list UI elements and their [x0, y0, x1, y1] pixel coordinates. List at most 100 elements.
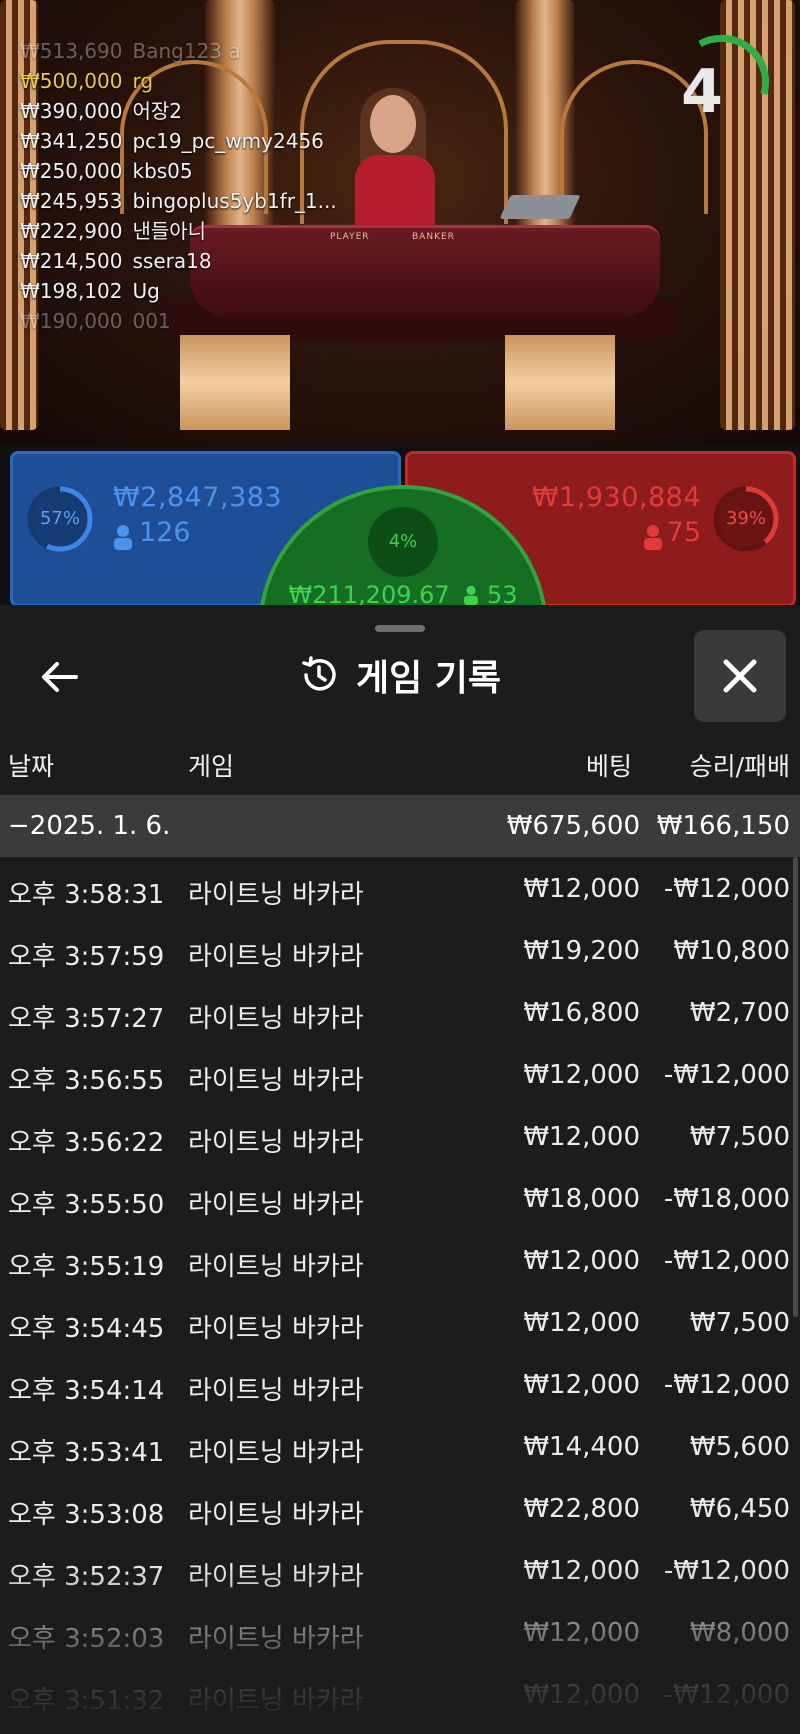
- history-row[interactable]: 오후 3:53:41 라이트닝 바카라 ₩14,400 ₩5,600: [0, 1415, 800, 1477]
- history-row[interactable]: 오후 3:54:45 라이트닝 바카라 ₩12,000 ₩7,500: [0, 1291, 800, 1353]
- win-loss-amount: -₩12,000: [663, 1680, 790, 1710]
- game-name: 라이트닝 바카라: [188, 1624, 364, 1654]
- leaderboard-row: ₩222,900 낸들아니: [20, 216, 337, 246]
- leaderboard-player-name: Bang123 a: [132, 39, 241, 63]
- history-row[interactable]: 오후 3:56:22 라이트닝 바카라 ₩12,000 ₩7,500: [0, 1105, 800, 1167]
- round-time: 오후 3:52:03: [8, 1624, 165, 1654]
- game-name: 라이트닝 바카라: [188, 942, 364, 972]
- leaderboard-amount: ₩390,000: [20, 99, 123, 123]
- leaderboard-player-name: bingoplus5yb1fr_1...: [132, 189, 337, 213]
- bet-amount: ₩12,000: [523, 1556, 640, 1586]
- round-time: 오후 3:57:59: [8, 942, 165, 972]
- leaderboard-amount: ₩245,953: [20, 189, 123, 213]
- win-loss-amount: -₩12,000: [663, 874, 790, 904]
- history-row[interactable]: 오후 3:54:14 라이트닝 바카라 ₩12,000 -₩12,000: [0, 1353, 800, 1415]
- dealer-face: [370, 95, 416, 153]
- bet-statistics: 57% ₩2,847,383 126 ₩1,930,884 75 39% 4% …: [0, 445, 800, 605]
- card-shoe: [499, 195, 581, 219]
- round-time: 오후 3:54:14: [8, 1376, 165, 1406]
- round-time: 오후 3:56:22: [8, 1128, 165, 1158]
- round-time: 오후 3:56:55: [8, 1066, 165, 1096]
- history-row[interactable]: 오후 3:53:08 라이트닝 바카라 ₩22,800 ₩6,450: [0, 1477, 800, 1539]
- leaderboard-player-name: kbs05: [132, 159, 193, 183]
- leaderboard-player-name: rg: [132, 69, 154, 93]
- winners-leaderboard: ₩513,690 Bang123 a ₩500,000 rg ₩390,000 어장2 ₩3…: [20, 36, 337, 336]
- bet-amount: ₩12,000: [523, 1680, 640, 1710]
- leaderboard-amount: ₩500,000: [20, 69, 123, 93]
- bet-amount: ₩19,200: [523, 936, 640, 966]
- round-time: 오후 3:57:27: [8, 1004, 165, 1034]
- bet-amount: ₩14,400: [523, 1432, 640, 1462]
- tie-bettor-count: 53: [486, 581, 518, 605]
- history-row[interactable]: 오후 3:57:59 라이트닝 바카라 ₩19,200 ₩10,800: [0, 919, 800, 981]
- leaderboard-player-name: ssera18: [132, 249, 212, 273]
- table-label-banker: BANKER: [412, 232, 455, 242]
- column-bet: 베팅: [585, 752, 632, 781]
- column-game: 게임: [188, 752, 235, 781]
- player-bettor-count: 126: [139, 517, 191, 548]
- table-header: 날짜 게임 베팅 승리/패배: [0, 737, 800, 787]
- bet-amount: ₩12,000: [523, 1060, 640, 1090]
- history-row[interactable]: 오후 3:58:31 라이트닝 바카라 ₩12,000 -₩12,000: [0, 857, 800, 919]
- history-row[interactable]: 오후 3:55:19 라이트닝 바카라 ₩12,000 -₩12,000: [0, 1229, 800, 1291]
- live-video: PLAYER BANKER ₩513,690 Bang123 a ₩500,000 r…: [0, 0, 800, 445]
- win-loss-amount: ₩7,500: [689, 1122, 790, 1152]
- game-name: 라이트닝 바카라: [188, 1314, 364, 1344]
- round-time: 오후 3:53:41: [8, 1438, 165, 1468]
- close-button[interactable]: [694, 630, 786, 722]
- game-name: 라이트닝 바카라: [188, 1066, 364, 1096]
- banker-percent: 39%: [725, 508, 766, 529]
- player-percent: 57%: [39, 508, 80, 529]
- scrollbar[interactable]: [793, 857, 798, 1317]
- history-row[interactable]: 오후 3:51:32 라이트닝 바카라 ₩12,000 -₩12,000: [0, 1663, 800, 1725]
- day-total-result: ₩166,150: [656, 811, 790, 841]
- leaderboard-row: ₩190,000 001: [20, 306, 337, 336]
- game-history-sheet: 게임 기록 날짜 게임 베팅 승리/패배 −2025. 1. 6. ₩675,6…: [0, 607, 800, 1734]
- game-name: 라이트닝 바카라: [188, 1562, 364, 1592]
- leaderboard-player-name: 어장2: [132, 99, 183, 123]
- history-row[interactable]: 오후 3:55:50 라이트닝 바카라 ₩18,000 -₩18,000: [0, 1167, 800, 1229]
- game-name: 라이트닝 바카라: [188, 1004, 364, 1034]
- game-name: 라이트닝 바카라: [188, 1376, 364, 1406]
- leaderboard-amount: ₩190,000: [20, 309, 123, 333]
- leaderboard-player-name: Ug: [132, 279, 160, 303]
- round-time: 오후 3:55:50: [8, 1190, 165, 1220]
- person-icon: [644, 525, 662, 550]
- sheet-drag-handle[interactable]: [375, 625, 425, 632]
- game-name: 라이트닝 바카라: [188, 1190, 364, 1220]
- game-name: 라이트닝 바카라: [188, 1128, 364, 1158]
- round-time: 오후 3:51:32: [8, 1686, 165, 1716]
- leaderboard-row: ₩245,953 bingoplus5yb1fr_1...: [20, 186, 337, 216]
- game-name: 라이트닝 바카라: [188, 880, 364, 910]
- history-list: 오후 3:58:31 라이트닝 바카라 ₩12,000 -₩12,000 오후 3:57…: [0, 857, 800, 1725]
- banker-bettor-count: 75: [666, 517, 701, 548]
- leaderboard-row: ₩250,000 kbs05: [20, 156, 337, 186]
- day-total-bet: ₩675,600: [506, 811, 640, 841]
- round-time: 오후 3:54:45: [8, 1314, 165, 1344]
- column-date: 날짜: [8, 752, 55, 781]
- leaderboard-amount: ₩214,500: [20, 249, 123, 273]
- history-row[interactable]: 오후 3:57:27 라이트닝 바카라 ₩16,800 ₩2,700: [0, 981, 800, 1043]
- win-loss-amount: ₩5,600: [689, 1432, 790, 1462]
- tie-percent: 4%: [388, 531, 418, 552]
- history-row[interactable]: 오후 3:52:03 라이트닝 바카라 ₩12,000 ₩8,000: [0, 1601, 800, 1663]
- sheet-header: 게임 기록: [0, 649, 800, 709]
- history-row[interactable]: 오후 3:52:37 라이트닝 바카라 ₩12,000 -₩12,000: [0, 1539, 800, 1601]
- leaderboard-player-name: 001: [132, 309, 171, 333]
- bet-amount: ₩12,000: [523, 874, 640, 904]
- leaderboard-row: ₩341,250 pc19_pc_wmy2456: [20, 126, 337, 156]
- day-group-header[interactable]: −2025. 1. 6. ₩675,600 ₩166,150: [0, 795, 800, 857]
- win-loss-amount: ₩7,500: [689, 1308, 790, 1338]
- countdown-number: 4: [681, 57, 723, 127]
- leaderboard-amount: ₩222,900: [20, 219, 123, 243]
- decor-base: [180, 335, 290, 430]
- history-clock-icon: [302, 656, 336, 691]
- bet-amount: ₩12,000: [523, 1122, 640, 1152]
- leaderboard-amount: ₩513,690: [20, 39, 123, 63]
- game-name: 라이트닝 바카라: [188, 1500, 364, 1530]
- leaderboard-row: ₩390,000 어장2: [20, 96, 337, 126]
- game-name: 라이트닝 바카라: [188, 1686, 364, 1716]
- round-time: 오후 3:53:08: [8, 1500, 165, 1530]
- history-row[interactable]: 오후 3:56:55 라이트닝 바카라 ₩12,000 -₩12,000: [0, 1043, 800, 1105]
- win-loss-amount: -₩12,000: [663, 1370, 790, 1400]
